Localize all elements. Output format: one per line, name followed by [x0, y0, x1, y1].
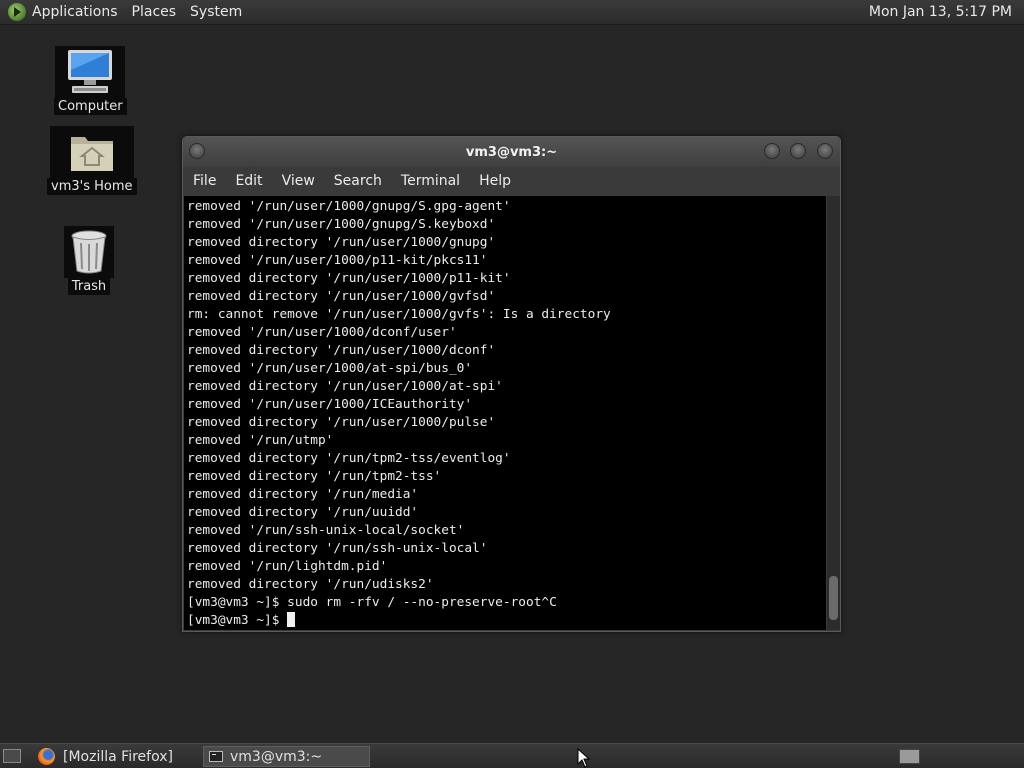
menu-terminal[interactable]: Terminal [401, 173, 460, 189]
desktop-icon-label: Trash [67, 278, 111, 295]
menu-file[interactable]: File [193, 173, 216, 189]
taskbar-item-label: vm3@vm3:~ [230, 748, 323, 765]
terminal-line: removed directory '/run/user/1000/p11-ki… [187, 271, 511, 286]
terminal-line: removed '/run/user/1000/p11-kit/pkcs11' [187, 253, 488, 268]
terminal-line: removed '/run/lightdm.pid' [187, 559, 388, 574]
minimize-icon[interactable] [764, 143, 780, 159]
taskbar-item-firefox[interactable]: [Mozilla Firefox] [58, 746, 198, 767]
text-cursor [287, 612, 296, 627]
terminal-line: removed directory '/run/media' [187, 487, 419, 502]
window-title: vm3@vm3:~ [465, 145, 558, 160]
terminal-line: removed directory '/run/ssh-unix-local' [187, 541, 488, 556]
maximize-icon[interactable] [790, 143, 806, 159]
desktop-icon-label: Computer [54, 98, 127, 115]
terminal-line: removed directory '/run/user/1000/at-spi… [187, 379, 503, 394]
scrollbar-thumb[interactable] [829, 576, 838, 620]
terminal-line: removed directory '/run/user/1000/gvfsd' [187, 289, 496, 304]
terminal-scrollbar[interactable] [827, 196, 840, 630]
terminal-line: removed directory '/run/tpm2-tss/eventlo… [187, 451, 511, 466]
workspace-switcher[interactable] [899, 749, 920, 764]
desktop-icon-trash[interactable]: Trash [64, 226, 114, 295]
terminal-line: removed directory '/run/user/1000/dconf' [187, 343, 496, 358]
terminal-line: removed directory '/run/user/1000/gnupg' [187, 235, 496, 250]
terminal-line: removed '/run/utmp' [187, 433, 334, 448]
terminal-line: removed directory '/run/tpm2-tss' [187, 469, 442, 484]
desktop-icon-label: vm3's Home [47, 178, 137, 195]
terminal-line: removed '/run/user/1000/gnupg/S.gpg-agen… [187, 199, 511, 214]
bottom-panel: [Mozilla Firefox] vm3@vm3:~ [0, 743, 1024, 768]
terminal-line: rm: cannot remove '/run/user/1000/gvfs':… [187, 307, 611, 322]
terminal-line: removed directory '/run/uuidd' [187, 505, 419, 520]
home-folder-icon [49, 126, 134, 178]
menu-view[interactable]: View [282, 173, 315, 189]
terminal-window: vm3@vm3:~ File Edit View Search Terminal… [182, 136, 841, 632]
menu-applications[interactable]: Applications [32, 4, 118, 20]
trash-icon [64, 226, 114, 278]
clock[interactable]: Mon Jan 13, 5:17 PM [869, 4, 1012, 20]
menu-help[interactable]: Help [479, 173, 511, 189]
terminal-prompt-line[interactable]: [vm3@vm3 ~]$ [187, 612, 611, 630]
terminal-line: removed '/run/user/1000/gnupg/S.keyboxd' [187, 217, 496, 232]
distro-logo-icon[interactable] [8, 3, 26, 21]
firefox-icon[interactable] [38, 748, 55, 765]
taskbar-item-terminal[interactable]: vm3@vm3:~ [203, 746, 370, 767]
terminal-icon [209, 751, 223, 762]
terminal-prompt: [vm3@vm3 ~]$ [187, 613, 288, 628]
terminal-line: removed directory '/run/udisks2' [187, 577, 434, 592]
terminal-line: removed '/run/ssh-unix-local/socket' [187, 523, 465, 538]
terminal-line: removed '/run/user/1000/dconf/user' [187, 325, 457, 340]
desktop-icon-home[interactable]: vm3's Home [47, 126, 137, 195]
terminal-line: removed '/run/user/1000/ICEauthority' [187, 397, 473, 412]
terminal-line: [vm3@vm3 ~]$ sudo rm -rfv / --no-preserv… [187, 595, 557, 610]
terminal-line: removed '/run/user/1000/at-spi/bus_0' [187, 361, 473, 376]
menu-system[interactable]: System [190, 4, 242, 20]
show-desktop-icon[interactable] [3, 749, 21, 763]
mouse-pointer-icon [577, 748, 591, 768]
close-icon[interactable] [817, 143, 833, 159]
window-titlebar[interactable]: vm3@vm3:~ [183, 137, 840, 167]
terminal-output[interactable]: removed '/run/user/1000/gnupg/S.gpg-agen… [184, 196, 826, 630]
top-panel: Applications Places System Mon Jan 13, 5… [0, 0, 1024, 25]
menu-search[interactable]: Search [334, 173, 382, 189]
window-menubar: File Edit View Search Terminal Help [183, 167, 840, 195]
menu-edit[interactable]: Edit [235, 173, 262, 189]
taskbar-item-label: [Mozilla Firefox] [63, 748, 173, 765]
menu-places[interactable]: Places [132, 4, 177, 20]
terminal-line: removed directory '/run/user/1000/pulse' [187, 415, 496, 430]
computer-icon [55, 46, 126, 98]
desktop-icon-computer[interactable]: Computer [54, 46, 127, 115]
